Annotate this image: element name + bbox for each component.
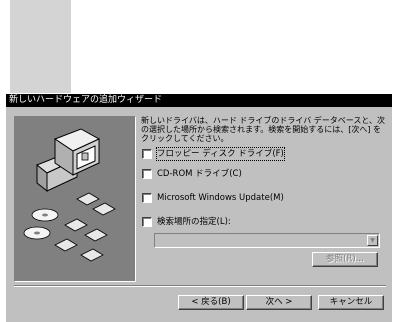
back-button[interactable]: < 戻る(B): [178, 295, 244, 310]
computer-icon: [36, 128, 101, 193]
window-title: 新しいハードウェアの追加ウィザード: [6, 94, 392, 107]
wizard-illustration: [14, 116, 136, 282]
windows-update-checkbox[interactable]: [142, 193, 152, 203]
wizard-window: 新しいハードウェアの追加ウィザード 新しいドライバは、ハード ドライブのドライバ…: [5, 94, 392, 322]
specify-location-checkbox[interactable]: [142, 217, 152, 227]
option-floppy-drive[interactable]: フロッピー ディスク ドライブ(F): [142, 147, 285, 161]
browse-button[interactable]: 参照(R)...: [312, 252, 378, 267]
cancel-button[interactable]: キャンセル: [318, 295, 384, 310]
cdrom-checkbox[interactable]: [142, 169, 152, 179]
chevron-down-icon[interactable]: ▼: [367, 235, 378, 246]
cd-icons: [23, 208, 59, 240]
next-button[interactable]: 次へ >: [246, 295, 312, 310]
option-specify-location[interactable]: 検索場所の指定(L):: [142, 216, 231, 228]
option-cdrom-drive[interactable]: CD-ROM ドライブ(C): [142, 168, 242, 180]
option-windows-update[interactable]: Microsoft Windows Update(M): [142, 192, 284, 204]
wizard-description: 新しいドライバは、ハード ドライブのドライバ データベースと、次の選択した場所か…: [141, 116, 386, 143]
divider: [14, 285, 386, 287]
location-combobox[interactable]: ▼: [154, 233, 380, 248]
background-panel: [10, 0, 71, 93]
floppy-disk-icons: [54, 192, 116, 262]
floppy-checkbox[interactable]: [142, 149, 152, 159]
